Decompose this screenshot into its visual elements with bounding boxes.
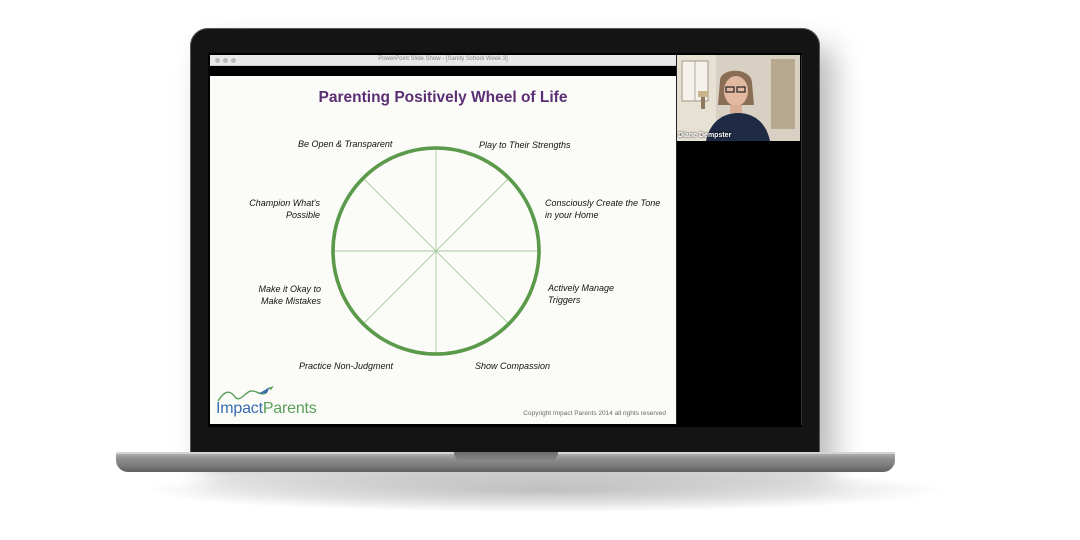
slide-title: Parenting Positively Wheel of Life	[318, 89, 568, 106]
wheel-label-line: Consciously Create the Tone	[545, 198, 661, 208]
laptop-mockup: PowerPoint Slide Show - [Sanity School W…	[0, 0, 1080, 540]
wheel-of-life-diagram	[331, 146, 541, 356]
wheel-label-line: Triggers	[548, 295, 581, 305]
video-panel-border	[676, 55, 802, 425]
wheel-label-mistakes: Make it Okay to Make Mistakes	[230, 283, 321, 307]
wheel-label-line: in your Home	[545, 210, 599, 220]
slide-copyright: Copyright Impact Parents 2014 all rights…	[523, 410, 666, 417]
window-titlebar[interactable]: PowerPoint Slide Show - [Sanity School W…	[210, 55, 676, 66]
window-title: PowerPoint Slide Show - [Sanity School W…	[378, 56, 508, 62]
wheel-label-triggers: Actively Manage Triggers	[548, 282, 614, 306]
wheel-label-open-transparent: Be Open & Transparent	[298, 139, 393, 149]
logo-impact-text: Impact	[216, 400, 263, 417]
slideshow-toolbar-strip	[210, 66, 676, 76]
video-gallery-panel: Diane Dempster	[676, 55, 802, 425]
laptop-screen: PowerPoint Slide Show - [Sanity School W…	[208, 53, 802, 427]
slide-canvas[interactable]: Parenting Positively Wheel of Life Be Op…	[210, 76, 676, 424]
wheel-label-line: Make Mistakes	[260, 296, 321, 306]
wheel-label-line: Possible	[285, 210, 320, 220]
logo-wordmark: ImpactParents	[216, 400, 317, 418]
logo-parents-text: Parents	[262, 400, 317, 417]
impact-parents-logo: ImpactParents	[214, 384, 344, 422]
laptop-opening-notch	[454, 452, 558, 462]
wheel-label-line: Actively Manage	[548, 283, 615, 293]
wheel-label-line: Champion What's	[249, 198, 320, 208]
laptop-shadow	[150, 468, 940, 512]
wheel-label-champion: Champion What's Possible	[230, 197, 320, 221]
wheel-label-non-judgment: Practice Non-Judgment	[299, 361, 394, 371]
wheel-label-line: Make it Okay to	[258, 284, 321, 294]
powerpoint-window[interactable]: PowerPoint Slide Show - [Sanity School W…	[210, 55, 676, 425]
wheel-label-tone: Consciously Create the Tone in your Home	[545, 197, 660, 221]
wheel-label-compassion: Show Compassion	[475, 361, 551, 371]
wheel-label-strengths: Play to Their Strengths	[479, 140, 571, 150]
